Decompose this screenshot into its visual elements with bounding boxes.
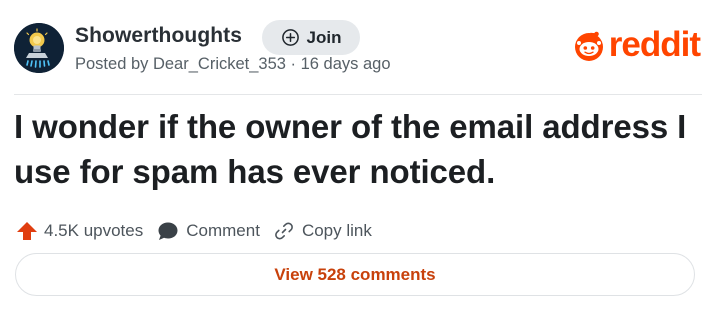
join-button[interactable]: Join — [262, 20, 360, 55]
comment-label: Comment — [186, 221, 260, 240]
plus-circle-icon — [281, 29, 299, 46]
subreddit-avatar[interactable] — [14, 23, 64, 73]
reddit-logo: reddit — [572, 25, 701, 64]
subreddit-name[interactable]: Showerthoughts — [75, 24, 242, 48]
copy-link-action[interactable]: Copy link — [274, 221, 372, 241]
comment-action[interactable]: Comment — [157, 220, 260, 242]
upvote-arrow-icon — [17, 222, 37, 240]
showerhead-lightbulb-icon — [14, 23, 64, 73]
post-header: Showerthoughts Join Posted by Dear_Crick… — [14, 19, 702, 79]
upvote-action[interactable]: 4.5K upvotes — [16, 220, 143, 242]
reddit-snoo-icon — [574, 31, 603, 61]
header-divider — [14, 94, 702, 95]
reddit-wordmark: reddit — [608, 25, 701, 64]
link-icon — [275, 222, 293, 240]
speech-bubble-icon — [158, 222, 178, 240]
upvote-count: 4.5K upvotes — [44, 221, 144, 240]
view-comments-button[interactable]: View 528 comments — [15, 253, 695, 296]
join-label: Join — [306, 27, 342, 47]
post-card: Showerthoughts Join Posted by Dear_Crick… — [0, 0, 716, 332]
post-title[interactable]: I wonder if the owner of the email addre… — [14, 104, 704, 194]
post-actions: 4.5K upvotes Comment Copy link — [16, 218, 372, 244]
post-meta: Posted by Dear_Cricket_353 · 16 days ago — [75, 55, 391, 73]
copy-link-label: Copy link — [301, 221, 372, 240]
view-comments-label: View 528 comments — [274, 264, 436, 284]
